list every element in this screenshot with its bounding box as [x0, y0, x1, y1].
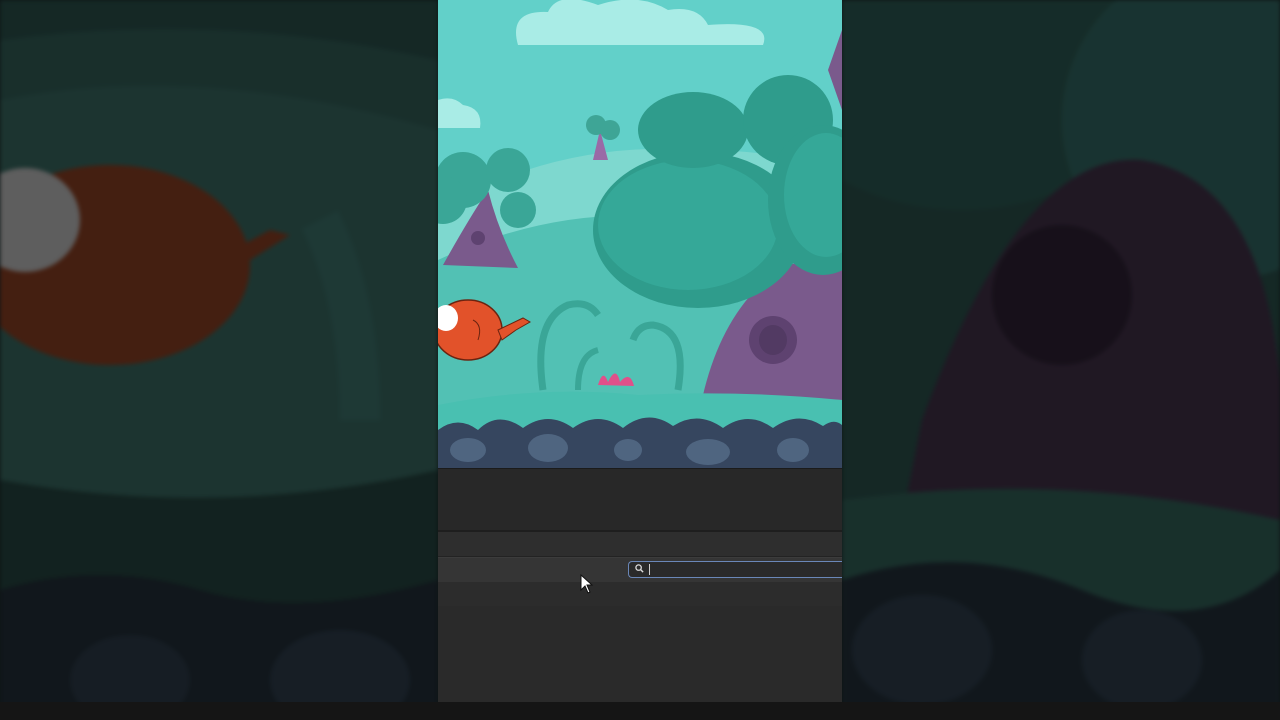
mouse-pointer-icon	[580, 574, 594, 594]
bottom-bar	[0, 702, 1280, 720]
background-art-right	[842, 0, 1280, 720]
editor-window	[438, 0, 842, 720]
search-icon	[633, 564, 645, 576]
game-viewport[interactable]	[438, 0, 842, 468]
editor-panel	[438, 468, 842, 720]
list-item[interactable]	[438, 582, 842, 609]
panel-tab-bar	[438, 532, 842, 557]
panel-toolbar	[438, 557, 842, 583]
search-input[interactable]	[649, 562, 839, 577]
game-scene	[438, 0, 842, 468]
blurred-background-right	[842, 0, 1280, 720]
background-art-left	[0, 0, 438, 720]
search-field[interactable]	[628, 561, 842, 578]
timeline-area	[438, 468, 842, 531]
blurred-background-left	[0, 0, 438, 720]
